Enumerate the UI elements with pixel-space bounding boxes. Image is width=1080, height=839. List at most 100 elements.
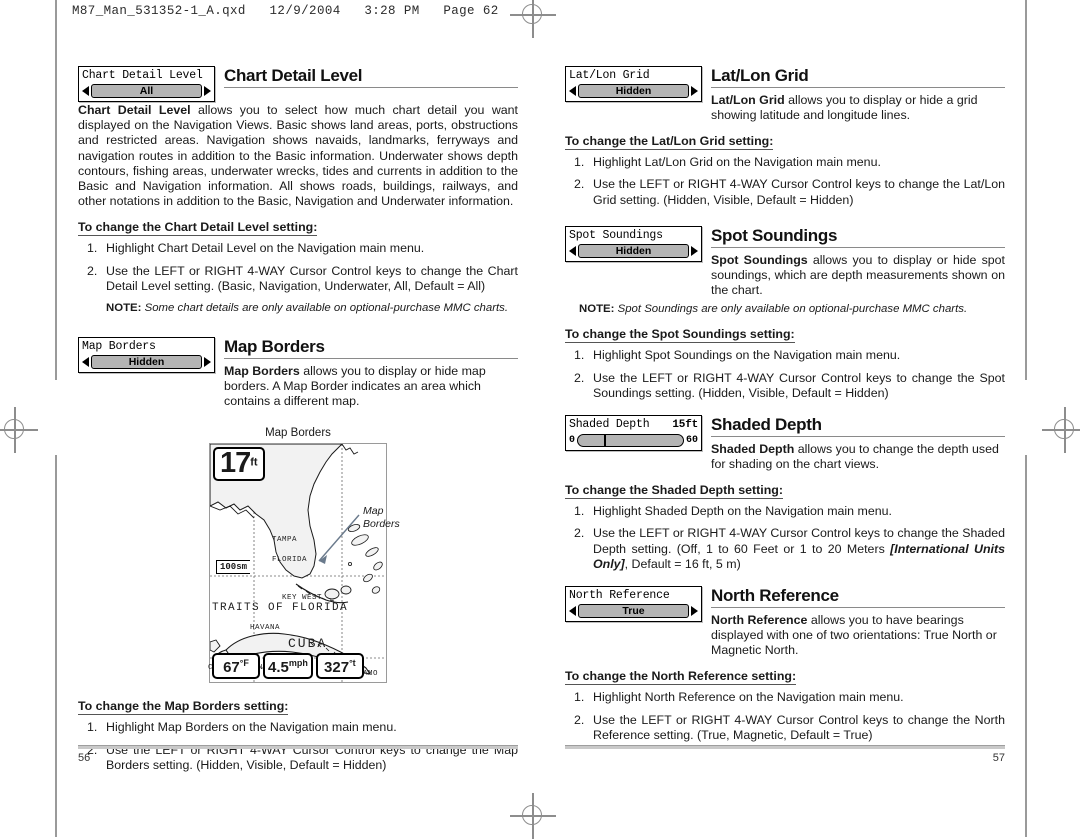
- note-label: NOTE:: [579, 303, 615, 316]
- section-head-row: North Reference True North Reference Nor…: [565, 585, 1005, 658]
- figure-caption: Map Borders: [265, 427, 331, 440]
- arrow-left-icon[interactable]: [82, 357, 89, 368]
- map-label-cuba: CUBA: [288, 636, 328, 652]
- trim-line-right-top: [1025, 0, 1027, 380]
- widget-label-text: Lat/Lon Grid: [569, 69, 650, 82]
- arrow-left-icon[interactable]: [82, 86, 89, 96]
- note-spot-soundings: NOTE: Spot Soundings are only available …: [579, 302, 1005, 316]
- steps-list: Highlight Chart Detail Level on the Navi…: [78, 241, 518, 294]
- depth-readout-box: 17ft: [213, 447, 265, 482]
- slider-min-label: 0: [569, 434, 576, 446]
- section-lead-paragraph: Shaded Depth allows you to change the de…: [711, 442, 1005, 472]
- section-title-block: Shaded Depth Shaded Depth allows you to …: [711, 415, 1005, 472]
- trim-line-left-bottom: [55, 455, 57, 837]
- arrow-right-icon[interactable]: [204, 86, 211, 96]
- widget-label: North Reference: [569, 589, 698, 602]
- depth-value: 17: [220, 447, 251, 480]
- footer-rule: [78, 745, 518, 749]
- steps-list: Highlight North Reference on the Navigat…: [565, 690, 1005, 743]
- section-title-block: Lat/Lon Grid Lat/Lon Grid allows you to …: [711, 66, 1005, 123]
- note-text: Spot Soundings are only available on opt…: [614, 303, 968, 316]
- arrow-right-icon[interactable]: [204, 357, 211, 368]
- section-chart-detail-level: Chart Detail Level All Chart Detail Leve…: [78, 66, 518, 315]
- page-number-left: 56: [78, 752, 91, 764]
- trim-line-right-bottom: [1025, 455, 1027, 837]
- menu-widget-spot-soundings[interactable]: Spot Soundings Hidden: [565, 225, 702, 262]
- map-outer-container: 100sm TAMPA FLORIDA KEY WEST TRAITS OF F…: [173, 443, 423, 684]
- arrow-right-icon[interactable]: [691, 605, 698, 616]
- arrow-right-icon[interactable]: [691, 245, 698, 256]
- menu-widget-lat-lon-grid[interactable]: Lat/Lon Grid Hidden: [565, 66, 702, 102]
- menu-widget-north-reference[interactable]: North Reference True: [565, 585, 702, 622]
- arrow-left-icon[interactable]: [569, 245, 576, 256]
- to-change-heading: To change the North Reference setting:: [565, 669, 797, 686]
- widget-value-row: Hidden: [569, 84, 698, 98]
- section-title: Spot Soundings: [711, 225, 838, 245]
- section-title-block: Chart Detail Level: [224, 66, 518, 93]
- step-item: Highlight Spot Soundings on the Navigati…: [574, 348, 901, 363]
- step-item: Highlight North Reference on the Navigat…: [574, 690, 904, 705]
- step-item: Highlight Chart Detail Level on the Navi…: [87, 241, 425, 256]
- page-left: Chart Detail Level All Chart Detail Leve…: [78, 66, 518, 780]
- map-label-havana: HAVANA: [250, 624, 281, 633]
- section-head-row: Spot Soundings Hidden Spot Soundings Spo…: [565, 225, 1005, 298]
- page-number-right: 57: [992, 752, 1005, 764]
- lead-rest: allows you to select how much chart deta…: [78, 103, 518, 209]
- steps-list: Highlight Shaded Depth on the Navigation…: [565, 504, 1005, 572]
- to-change-heading: To change the Shaded Depth setting:: [565, 483, 783, 500]
- map-label-key-west: KEY WEST: [282, 594, 323, 603]
- steps-list: Highlight Lat/Lon Grid on the Navigation…: [565, 155, 1005, 208]
- section-head-row: Lat/Lon Grid Hidden Lat/Lon Grid Lat/Lon…: [565, 66, 1005, 123]
- section-lead-paragraph: Chart Detail Level allows you to select …: [78, 103, 518, 209]
- widget-value: Hidden: [91, 355, 202, 370]
- to-change-heading: To change the Spot Soundings setting:: [565, 327, 795, 344]
- widget-label-text: Map Borders: [82, 340, 156, 354]
- title-rule: [711, 435, 1005, 437]
- readout-speed: 4.5mph: [263, 653, 313, 680]
- widget-label-text: Spot Soundings: [569, 228, 663, 242]
- step-item: Use the LEFT or RIGHT 4-WAY Cursor Contr…: [574, 370, 1005, 400]
- widget-slider-row[interactable]: 0 60: [569, 433, 698, 447]
- section-head-row: Chart Detail Level All Chart Detail Leve…: [78, 66, 518, 102]
- footer-rule: [565, 745, 1005, 749]
- readout-temperature: 67°F: [212, 653, 260, 680]
- arrow-right-icon[interactable]: [691, 86, 698, 96]
- section-shaded-depth: Shaded Depth 15ft 0 60 Shaded Depth Shad…: [565, 414, 1005, 572]
- widget-value: Hidden: [578, 243, 689, 258]
- footer-right: 57: [565, 745, 1005, 764]
- trim-line-left-top: [55, 0, 57, 380]
- menu-widget-chart-detail-level[interactable]: Chart Detail Level All: [78, 66, 215, 102]
- annotation-map-borders: Map Borders: [363, 505, 400, 530]
- to-change-heading: To change the Map Borders setting:: [78, 699, 289, 716]
- menu-widget-map-borders[interactable]: Map Borders Hidden: [78, 337, 215, 374]
- menu-widget-shaded-depth[interactable]: Shaded Depth 15ft 0 60: [565, 414, 702, 451]
- section-title-block: Map Borders Map Borders allows you to di…: [224, 337, 518, 409]
- readout-value: 327: [324, 659, 350, 677]
- slider-knob[interactable]: [604, 433, 607, 447]
- widget-label-text: North Reference: [569, 588, 670, 602]
- slider-track[interactable]: [577, 433, 684, 447]
- widget-value: True: [578, 603, 689, 618]
- widget-value: All: [91, 84, 202, 98]
- widget-label: Lat/Lon Grid: [569, 69, 698, 82]
- step-item: Use the LEFT or RIGHT 4-WAY Cursor Contr…: [574, 712, 1005, 742]
- readout-value: 4.5: [268, 659, 289, 677]
- regmark-circle: [1054, 419, 1074, 439]
- step-item: Use the LEFT or RIGHT 4-WAY Cursor Contr…: [574, 177, 1005, 207]
- map-label-florida: FLORIDA: [272, 556, 308, 565]
- section-title: Lat/Lon Grid: [711, 66, 809, 85]
- section-title: Shaded Depth: [711, 414, 822, 434]
- lead-bold: Shaded Depth: [711, 441, 795, 456]
- title-rule: [224, 86, 518, 88]
- section-title: North Reference: [711, 585, 839, 605]
- regmark-circle: [522, 805, 542, 825]
- widget-value-row: All: [82, 84, 211, 98]
- readout-value: 67: [223, 659, 240, 677]
- arrow-left-icon[interactable]: [569, 605, 576, 616]
- arrow-left-icon[interactable]: [569, 86, 576, 96]
- section-lat-lon-grid: Lat/Lon Grid Hidden Lat/Lon Grid Lat/Lon…: [565, 66, 1005, 208]
- lead-bold: Chart Detail Level: [78, 103, 191, 117]
- section-title: Map Borders: [224, 337, 325, 357]
- widget-value-row: Hidden: [82, 355, 211, 370]
- lead-bold: Lat/Lon Grid: [711, 92, 785, 107]
